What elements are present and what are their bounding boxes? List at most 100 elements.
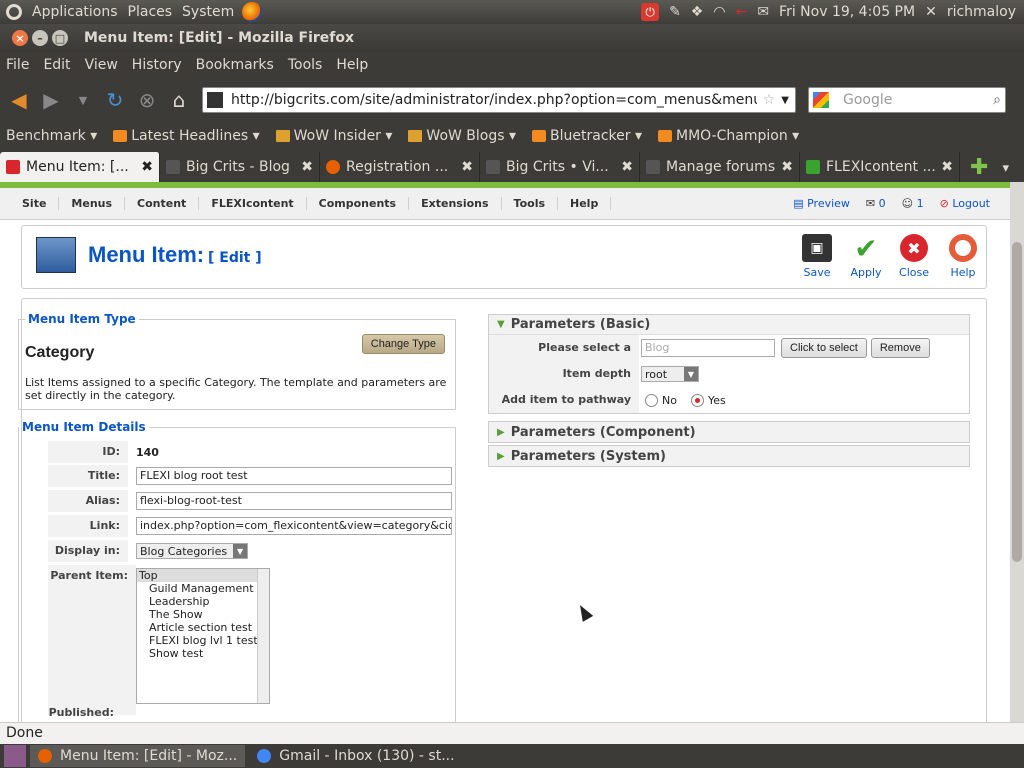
- menu-history[interactable]: History: [132, 57, 182, 73]
- params-system-header[interactable]: ▶ Parameters (System): [489, 446, 969, 466]
- bookmark-bluetracker[interactable]: Bluetracker ▾: [532, 128, 642, 144]
- tab-close-icon[interactable]: ✖: [621, 159, 633, 175]
- admin-menu-site[interactable]: Site: [10, 197, 60, 210]
- title-input[interactable]: FLEXI blog root test: [136, 467, 452, 485]
- show-desktop-icon[interactable]: [4, 745, 26, 767]
- taskbar-firefox-window[interactable]: Menu Item: [Edit] - Moz...: [30, 745, 246, 767]
- tab-big-crits-vi[interactable]: Big Crits • Vi... ✖: [480, 152, 640, 182]
- history-dropdown-icon[interactable]: ▼: [70, 87, 96, 113]
- tab-close-icon[interactable]: ✖: [461, 159, 473, 175]
- taskbar-gmail-window[interactable]: Gmail - Inbox (130) - st...: [249, 745, 462, 767]
- close-button[interactable]: ✖ Close: [892, 234, 936, 279]
- bookmark-latest-headlines[interactable]: Latest Headlines ▾: [113, 128, 260, 144]
- parent-item-listbox[interactable]: Top Guild Management Leadership The Show…: [136, 568, 270, 704]
- power-icon[interactable]: ⏻: [641, 3, 660, 21]
- ubuntu-logo-icon[interactable]: [6, 4, 22, 20]
- listbox-scrollbar[interactable]: [257, 569, 269, 703]
- item-depth-select[interactable]: root ▼: [641, 366, 699, 382]
- params-system-panel[interactable]: ▶ Parameters (System): [488, 445, 970, 467]
- clock[interactable]: Fri Nov 19, 4:05 PM: [779, 4, 915, 20]
- places-menu[interactable]: Places: [128, 4, 173, 20]
- pathway-yes-radio[interactable]: [690, 393, 704, 407]
- user-name[interactable]: richmaloy: [947, 4, 1016, 20]
- battery-icon[interactable]: ←: [736, 4, 748, 20]
- applications-menu[interactable]: Applications: [32, 4, 118, 20]
- window-close-icon[interactable]: ×: [12, 30, 28, 46]
- admin-menu-extensions[interactable]: Extensions: [409, 197, 502, 210]
- apply-button[interactable]: ✔ Apply: [844, 232, 888, 280]
- stop-icon[interactable]: ⊗: [134, 87, 160, 113]
- menu-help[interactable]: Help: [336, 57, 368, 73]
- alias-input[interactable]: flexi-blog-root-test: [136, 492, 452, 510]
- search-box[interactable]: Google ⌕: [808, 87, 1006, 113]
- menu-bookmarks[interactable]: Bookmarks: [196, 57, 274, 73]
- tab-big-crits-blog[interactable]: Big Crits - Blog ✖: [160, 152, 320, 182]
- list-item[interactable]: Article section test: [137, 621, 269, 634]
- forward-arrow-icon[interactable]: ▶: [38, 87, 64, 113]
- search-icon[interactable]: ⌕: [993, 92, 1001, 108]
- tab-close-icon[interactable]: ✖: [941, 159, 953, 175]
- params-component-panel[interactable]: ▶ Parameters (Component): [488, 421, 970, 443]
- help-button[interactable]: Help: [941, 234, 985, 279]
- mail-icon[interactable]: ✉: [757, 4, 769, 20]
- list-item[interactable]: FLEXI blog lvl 1 test: [137, 634, 269, 647]
- admin-menu-flexicontent[interactable]: FLEXIcontent: [199, 197, 307, 210]
- link-input[interactable]: index.php?option=com_flexicontent&view=c…: [136, 517, 452, 535]
- menu-file[interactable]: File: [6, 57, 29, 73]
- tab-menu-item[interactable]: Menu Item: [... ✖: [0, 152, 160, 182]
- network-icon[interactable]: ◠: [713, 4, 725, 20]
- bookmark-wow-blogs[interactable]: WoW Blogs ▾: [408, 128, 516, 144]
- admin-menu-help[interactable]: Help: [558, 197, 612, 210]
- list-item[interactable]: Leadership: [137, 595, 269, 608]
- bookmark-star-icon[interactable]: ☆: [763, 92, 776, 108]
- tab-flexicontent[interactable]: FLEXIcontent ... ✖: [800, 152, 960, 182]
- params-basic-header[interactable]: ▼ Parameters (Basic): [489, 315, 969, 335]
- search-placeholder[interactable]: Google: [843, 92, 993, 108]
- list-item[interactable]: Guild Management: [137, 582, 269, 595]
- menu-view[interactable]: View: [85, 57, 118, 73]
- bookmark-wow-insider[interactable]: WoW Insider ▾: [275, 128, 392, 144]
- list-item[interactable]: Top: [137, 569, 269, 582]
- remove-button[interactable]: Remove: [870, 338, 930, 358]
- dropbox-icon[interactable]: ❖: [691, 4, 704, 20]
- list-item[interactable]: The Show: [137, 608, 269, 621]
- window-maximize-icon[interactable]: □: [52, 30, 68, 46]
- bookmark-mmo-champion[interactable]: MMO-Champion ▾: [658, 128, 799, 144]
- params-component-header[interactable]: ▶ Parameters (Component): [489, 422, 969, 442]
- admin-menu-components[interactable]: Components: [307, 197, 410, 210]
- firefox-launcher-icon[interactable]: [242, 2, 263, 22]
- menu-tools[interactable]: Tools: [288, 57, 323, 73]
- url-bar[interactable]: http://bigcrits.com/site/administrator/i…: [202, 87, 796, 113]
- tab-list-dropdown-icon[interactable]: ▾: [1002, 161, 1009, 176]
- admin-menu-tools[interactable]: Tools: [502, 197, 559, 210]
- bookmark-benchmark[interactable]: Benchmark ▾: [6, 128, 97, 144]
- url-text[interactable]: http://bigcrits.com/site/administrator/i…: [231, 92, 757, 108]
- save-button[interactable]: ▣ Save: [795, 234, 839, 279]
- page-scrollbar[interactable]: [1010, 182, 1024, 722]
- tab-manage-forums[interactable]: Manage forums ✖: [640, 152, 800, 182]
- tab-close-icon[interactable]: ✖: [781, 159, 793, 175]
- admin-menu-content[interactable]: Content: [125, 197, 200, 210]
- users-online-count[interactable]: ☺ 1: [902, 197, 924, 210]
- messages-count[interactable]: ✉ 0: [866, 197, 886, 210]
- home-icon[interactable]: ⌂: [166, 87, 192, 113]
- menu-edit[interactable]: Edit: [43, 57, 70, 73]
- scrollbar-thumb[interactable]: [1012, 242, 1022, 562]
- tab-close-icon[interactable]: ✖: [301, 159, 313, 175]
- change-type-button[interactable]: Change Type: [361, 334, 445, 354]
- admin-menu-menus[interactable]: Menus: [59, 197, 126, 210]
- url-dropdown-icon[interactable]: ▼: [781, 95, 789, 106]
- back-arrow-icon[interactable]: ◀: [6, 87, 32, 113]
- google-engine-icon[interactable]: [813, 92, 829, 108]
- tab-registration[interactable]: Registration ... ✖: [320, 152, 480, 182]
- category-input[interactable]: Blog: [641, 339, 775, 357]
- tab-close-icon[interactable]: ✖: [141, 159, 153, 175]
- window-minimize-icon[interactable]: –: [32, 30, 48, 46]
- new-tab-plus-icon[interactable]: ✚: [970, 155, 988, 180]
- notes-icon[interactable]: ✎: [669, 4, 681, 20]
- logout-link[interactable]: ⊘ Logout: [940, 197, 990, 210]
- reload-icon[interactable]: ↻: [102, 87, 128, 113]
- list-item[interactable]: Show test: [137, 647, 269, 660]
- display-in-select[interactable]: Blog Categories ▼: [136, 543, 249, 559]
- preview-link[interactable]: ▤ Preview: [793, 197, 850, 210]
